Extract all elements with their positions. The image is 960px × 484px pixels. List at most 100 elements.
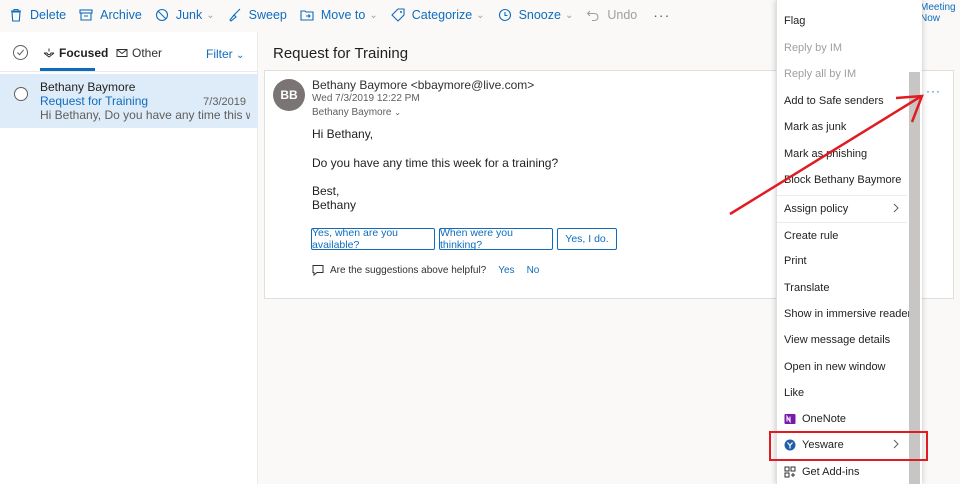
categorize-button[interactable]: Categorize ⌄ (390, 7, 485, 23)
menu-item-get-add-ins[interactable]: Get Add-ins (777, 459, 907, 484)
suggested-reply-button[interactable]: When were you thinking? (439, 227, 553, 251)
menu-item-label: Mark as phishing (784, 148, 868, 160)
menu-item-label: Assign policy (784, 202, 849, 215)
menu-item-print[interactable]: Print (777, 248, 907, 274)
delete-button[interactable]: Delete (8, 7, 66, 23)
recipient[interactable]: Bethany Baymore ⌄ (312, 107, 401, 118)
categorize-label: Categorize (411, 8, 473, 22)
select-message-checkbox[interactable] (14, 87, 28, 101)
folder-move-icon (299, 7, 315, 23)
sent-date: Wed 7/3/2019 12:22 PM (312, 93, 420, 104)
menu-item-label: OneNote (802, 413, 847, 425)
onenote-icon (784, 413, 796, 425)
broom-icon (227, 7, 243, 23)
menu-item-flag[interactable]: Flag (777, 8, 907, 34)
chevron-down-icon: ⌄ (206, 9, 215, 21)
more-actions-menu: Flag Reply by IM Reply all by IM Add to … (776, 0, 922, 484)
menu-item-label: Mark as junk (784, 121, 847, 133)
active-tab-indicator (40, 68, 95, 71)
menu-item-block-sender[interactable]: Block Bethany Baymore (777, 167, 907, 193)
list-header: Focused Other Filter ⌄ (0, 32, 257, 72)
annotation-highlight-box (769, 431, 928, 461)
message-sender: Bethany Baymore (40, 80, 136, 94)
page-title: Request for Training (273, 45, 409, 62)
chevron-down-icon: ⌄ (564, 9, 574, 21)
tab-other[interactable]: Other (116, 46, 162, 60)
meeting-reminder[interactable]: Meeting Now (920, 2, 956, 24)
menu-item-translate[interactable]: Translate (777, 275, 907, 301)
menu-item-mark-phishing[interactable]: Mark as phishing (777, 141, 907, 167)
recipient-name: Bethany Baymore (312, 107, 392, 118)
meeting-label: Meeting (920, 2, 956, 13)
menu-item-label: Reply by IM (784, 42, 843, 54)
sweep-button[interactable]: Sweep (227, 7, 287, 23)
archive-button[interactable]: Archive (78, 7, 142, 23)
snooze-label: Snooze (518, 8, 561, 22)
menu-item-message-details[interactable]: View message details (777, 327, 907, 353)
menu-item-label: Add to Safe senders (784, 95, 884, 107)
avatar[interactable]: BB (273, 79, 305, 111)
chevron-right-icon (893, 203, 899, 213)
menu-item-label: Like (784, 387, 805, 399)
menu-item-label: Reply all by IM (784, 68, 857, 80)
more-actions-button[interactable]: ··· (649, 7, 670, 23)
menu-scrollbar[interactable] (909, 72, 920, 484)
select-all-checkbox[interactable] (13, 45, 28, 60)
delete-label: Delete (30, 8, 67, 22)
menu-item-label: View message details (784, 334, 891, 346)
menu-item-label: Translate (784, 282, 830, 294)
chat-bubble-icon (312, 265, 324, 276)
feedback-question: Are the suggestions above helpful? (330, 264, 487, 276)
menu-item-label: Block Bethany Baymore (784, 174, 902, 186)
tag-icon (390, 7, 406, 23)
message-subject: Request for Training (40, 94, 149, 108)
snooze-button[interactable]: Snooze ⌄ (497, 7, 574, 23)
menu-item-immersive-reader[interactable]: Show in immersive reader (777, 301, 911, 327)
menu-item-reply-by-im[interactable]: Reply by IM (777, 35, 907, 61)
tab-focused-label: Focused (59, 46, 109, 60)
menu-item-add-safe-senders[interactable]: Add to Safe senders (777, 88, 907, 114)
body-line: Do you have any time this week for a tra… (312, 156, 559, 170)
chevron-down-icon: ⌄ (476, 9, 485, 21)
filter-button[interactable]: Filter ⌄ (206, 47, 244, 61)
menu-item-mark-junk[interactable]: Mark as junk (777, 114, 907, 140)
suggested-reply-button[interactable]: Yes, I do. (557, 228, 617, 250)
more-actions-message-button[interactable]: ··· (926, 84, 941, 98)
body-signoff: Best, (312, 184, 340, 198)
menu-item-label: Open in new window (784, 361, 886, 373)
menu-item-label: Flag (784, 15, 806, 27)
menu-item-label: Print (784, 255, 807, 267)
menu-item-open-new-window[interactable]: Open in new window (777, 354, 907, 380)
menu-item-like[interactable]: Like (777, 380, 907, 406)
block-icon (154, 7, 170, 23)
add-ins-icon (784, 466, 796, 478)
undo-label: Undo (607, 8, 638, 22)
archive-icon (78, 7, 94, 23)
undo-button[interactable]: Undo (585, 7, 637, 23)
list-item[interactable]: Bethany Baymore Request for Training 7/3… (0, 74, 258, 128)
message-list-pane: Focused Other Filter ⌄ Bethany Baymore R… (0, 32, 258, 484)
move-to-button[interactable]: Move to ⌄ (299, 7, 378, 23)
menu-item-label: Create rule (784, 229, 839, 242)
menu-item-create-rule[interactable]: Create rule (777, 222, 907, 248)
message-date: 7/3/2019 (203, 96, 246, 108)
chevron-down-icon: ⌄ (394, 108, 401, 117)
feedback-yes-link[interactable]: Yes (498, 265, 514, 276)
sender-address[interactable]: Bethany Baymore <bbaymore@live.com> (312, 78, 534, 92)
outlook-window: Delete Archive Junk ⌄ Sweep Move to ⌄ Ca… (0, 0, 960, 484)
message-preview: Hi Bethany, Do you have any time this we… (40, 108, 250, 122)
meeting-time: Now (920, 13, 941, 24)
junk-button[interactable]: Junk ⌄ (154, 7, 215, 23)
archive-label: Archive (100, 8, 142, 22)
menu-item-reply-all-by-im[interactable]: Reply all by IM (777, 61, 907, 87)
chevron-down-icon: ⌄ (369, 9, 378, 21)
menu-item-assign-policy[interactable]: Assign policy (777, 195, 907, 221)
junk-label: Junk (175, 8, 203, 22)
sweep-label: Sweep (248, 8, 287, 22)
menu-item-onenote[interactable]: OneNote (777, 406, 907, 432)
tab-focused[interactable]: Focused (43, 46, 108, 60)
suggested-reply-button[interactable]: Yes, when are you available? (311, 227, 435, 251)
clock-icon (497, 7, 513, 23)
feedback-no-link[interactable]: No (527, 265, 540, 276)
tab-other-label: Other (132, 46, 163, 60)
